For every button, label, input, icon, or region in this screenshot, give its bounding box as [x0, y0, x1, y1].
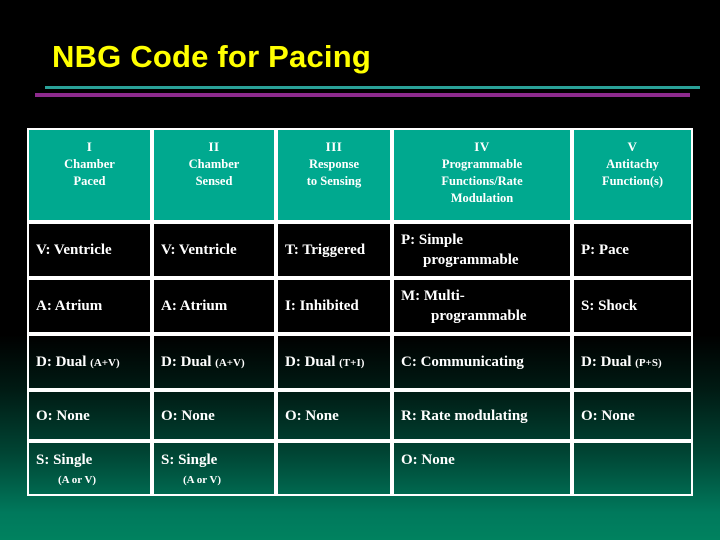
column-header-2-roman: II	[208, 139, 220, 154]
cell-text: C: Communicating	[401, 354, 524, 370]
cell-subtext: (T+I)	[339, 356, 365, 369]
cell-r4-c5: O: None	[572, 390, 693, 441]
cell-text: A: Atrium	[36, 298, 103, 314]
cell-r5-c2: S: Single (A or V)	[152, 441, 276, 496]
cell-text: O: None	[36, 407, 90, 424]
column-header-3: III Response to Sensing	[276, 128, 392, 222]
cell-r4-c4: R: Rate modulating	[392, 390, 572, 441]
cell-r3-c5: D: Dual (P+S)	[572, 334, 693, 390]
cell-text: S: Single	[161, 452, 218, 468]
column-header-3-roman: III	[325, 139, 343, 154]
cell-r4-c1: O: None	[27, 390, 152, 441]
slide-canvas: NBG Code for Pacing I Chamber Paced II C…	[0, 0, 720, 540]
cell-r1-c1: V: Ventricle	[27, 222, 152, 278]
cell-r3-c4: C: Communicating	[392, 334, 572, 390]
cell-r4-c3: O: None	[276, 390, 392, 441]
column-header-1-line2: Paced	[73, 174, 106, 188]
column-header-2-line2: Sensed	[195, 174, 233, 188]
column-header-4-line1: Programmable	[441, 157, 523, 171]
cell-text: S: Shock	[581, 298, 638, 314]
page-title: NBG Code for Pacing	[52, 39, 371, 74]
cell-text: D: Dual	[581, 353, 636, 370]
cell-text: O: None	[285, 407, 339, 424]
table-body: V: Ventricle V: Ventricle T: Triggered P…	[27, 222, 693, 496]
cell-text: I: Inhibited	[285, 298, 359, 314]
cell-text: O: None	[401, 452, 455, 468]
cell-text: O: None	[581, 407, 635, 424]
cell-text: A: Atrium	[161, 298, 228, 314]
cell-text: D: Dual	[36, 353, 91, 370]
cell-r2-c1: A: Atrium	[27, 278, 152, 334]
column-header-3-line1: Response	[308, 157, 359, 171]
column-header-1-line1: Chamber	[64, 157, 115, 171]
cell-r3-c1: D: Dual (A+V)	[27, 334, 152, 390]
table-row: A: Atrium A: Atrium I: Inhibited M: Mult…	[27, 278, 693, 334]
cell-r1-c5: P: Pace	[572, 222, 693, 278]
column-header-5-roman: V	[627, 139, 638, 154]
cell-subtext: (P+S)	[635, 356, 662, 369]
cell-text: V: Ventricle	[36, 241, 112, 258]
cell-r5-c1: S: Single (A or V)	[27, 441, 152, 496]
cell-r1-c4: P: Simple programmable	[392, 222, 572, 278]
column-header-4: IV Programmable Functions/Rate Modulatio…	[392, 128, 572, 222]
column-header-3-line2: to Sensing	[306, 174, 362, 188]
cell-r1-c3: T: Triggered	[276, 222, 392, 278]
cell-text: M: Multi-	[401, 288, 465, 304]
cell-r2-c5: S: Shock	[572, 278, 693, 334]
table-header-row-group: I Chamber Paced II Chamber Sensed III Re…	[27, 128, 693, 222]
column-header-5-line2: Function(s)	[601, 174, 664, 188]
column-header-1-roman: I	[86, 139, 93, 154]
cell-text: V: Ventricle	[161, 241, 237, 258]
cell-r5-c3	[276, 441, 392, 496]
cell-r2-c2: A: Atrium	[152, 278, 276, 334]
cell-text: D: Dual	[161, 353, 216, 370]
table-row: V: Ventricle V: Ventricle T: Triggered P…	[27, 222, 693, 278]
cell-r1-c2: V: Ventricle	[152, 222, 276, 278]
cell-subtext: (A+V)	[90, 356, 120, 369]
table-header-row: I Chamber Paced II Chamber Sensed III Re…	[27, 128, 693, 222]
cell-r4-c2: O: None	[152, 390, 276, 441]
divider-rule-teal	[45, 86, 700, 89]
column-header-4-line3: Modulation	[450, 191, 514, 205]
cell-text: R: Rate modulating	[401, 407, 528, 424]
column-header-4-line2: Functions/Rate	[441, 174, 523, 188]
cell-text: T: Triggered	[285, 241, 366, 258]
table-row: O: None O: None O: None R: Rate modulati…	[27, 390, 693, 441]
title-block: NBG Code for Pacing	[0, 38, 720, 88]
table-row: S: Single (A or V) S: Single (A or V) O: N…	[27, 441, 693, 496]
column-header-5: V Antitachy Function(s)	[572, 128, 693, 222]
cell-r2-c3: I: Inhibited	[276, 278, 392, 334]
nbg-code-table: I Chamber Paced II Chamber Sensed III Re…	[27, 128, 693, 496]
cell-subtext: (A+V)	[215, 356, 245, 369]
cell-r3-c3: D: Dual (T+I)	[276, 334, 392, 390]
column-header-1: I Chamber Paced	[27, 128, 152, 222]
column-header-2-line1: Chamber	[188, 157, 240, 171]
cell-continuation: programmable	[423, 252, 519, 268]
cell-text: D: Dual	[285, 353, 340, 370]
column-header-5-line1: Antitachy	[606, 157, 659, 171]
cell-text: P: Pace	[581, 242, 629, 258]
column-header-4-roman: IV	[474, 139, 490, 154]
column-header-2: II Chamber Sensed	[152, 128, 276, 222]
divider-rule-purple	[35, 93, 690, 97]
cell-text: P: Simple	[401, 232, 464, 248]
cell-r2-c4: M: Multi-programmable	[392, 278, 572, 334]
cell-r5-c5	[572, 441, 693, 496]
cell-text: S: Single	[36, 452, 93, 468]
cell-continuation: programmable	[431, 308, 527, 324]
cell-r3-c2: D: Dual (A+V)	[152, 334, 276, 390]
table-row: D: Dual (A+V) D: Dual (A+V) D: Dual (T+I…	[27, 334, 693, 390]
cell-subtext: (A or V)	[183, 474, 222, 486]
cell-r5-c4: O: None	[392, 441, 572, 496]
cell-subtext: (A or V)	[58, 474, 97, 486]
cell-text: O: None	[161, 407, 215, 424]
